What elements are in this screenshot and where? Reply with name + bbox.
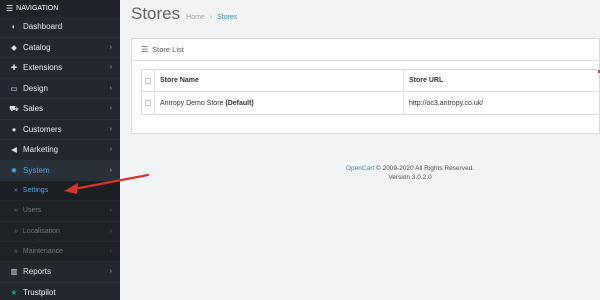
sidebar-subitem-users[interactable]: » Users › <box>0 201 120 222</box>
table-row: Antropy Demo Store (Default) http://oc3.… <box>142 92 600 114</box>
store-url-cell: http://oc3.antropy.co.uk/ <box>409 99 484 107</box>
table-header-row: Store Name Store URL <box>142 70 600 92</box>
sidebar-item-label: Marketing <box>23 145 59 155</box>
chevron-right-icon: › <box>109 227 112 235</box>
default-label: (Default) <box>225 99 254 107</box>
sidebar-item-label: Extensions <box>23 63 63 73</box>
star-icon: ★ <box>10 287 18 297</box>
sidebar-item-sales[interactable]: ⛟ Sales › <box>0 99 120 120</box>
main-content: Stores Home › Stores ☰ Store List Store … <box>120 0 600 300</box>
sidebar-item-label: Customers <box>23 124 62 134</box>
sidebar-item-system[interactable]: ✹ System › <box>0 160 120 181</box>
sidebar-item-dashboard[interactable]: ◐ Dashboard <box>0 17 120 38</box>
navigation-title: NAVIGATION <box>16 5 59 12</box>
tag-icon: ◆ <box>11 42 17 52</box>
chevron-right-icon: › <box>109 125 112 133</box>
footer: OpenCart © 2009-2020 All Rights Reserved… <box>120 164 600 182</box>
sidebar-subitem-maintenance[interactable]: » Maintenance › <box>0 241 120 263</box>
chevron-right-icon: › <box>109 105 112 113</box>
panel-title: Store List <box>152 45 184 54</box>
sidebar-item-label: Trustpilot <box>23 287 56 297</box>
double-chevron-icon: » <box>14 248 18 256</box>
version-text: Version 3.0.2.0 <box>388 174 432 181</box>
sidebar-item-label: Sales <box>23 104 44 114</box>
breadcrumb-separator: › <box>209 14 213 21</box>
column-header-store-name[interactable]: Store Name <box>155 70 404 91</box>
sidebar-item-marketing[interactable]: ◀ Marketing › <box>0 140 120 161</box>
gear-icon: ✹ <box>10 165 18 175</box>
sidebar-subitem-label: Users <box>22 207 42 215</box>
puzzle-icon: ✚ <box>10 63 18 73</box>
store-name-cell: Antropy Demo Store (Default) <box>155 92 404 114</box>
sidebar-item-label: Catalog <box>23 42 51 52</box>
double-chevron-icon: » <box>14 187 18 195</box>
dashboard-icon: ◐ <box>11 22 17 32</box>
double-chevron-icon: » <box>14 207 18 215</box>
store-list-panel: ☰ Store List Store Name Store URL Antrop… <box>131 38 600 134</box>
opencart-link[interactable]: OpenCart <box>346 165 374 172</box>
sidebar-item-customers[interactable]: ● Customers › <box>0 120 120 140</box>
column-header-store-url: Store URL <box>409 77 444 84</box>
sidebar-subitem-settings[interactable]: » Settings <box>0 181 120 202</box>
bar-chart-icon: ▥ <box>10 267 18 277</box>
chevron-right-icon: › <box>109 207 112 215</box>
sidebar-item-reports[interactable]: ▥ Reports › <box>0 262 120 283</box>
breadcrumb-stores[interactable]: Stores <box>217 14 237 21</box>
sidebar-item-extensions[interactable]: ✚ Extensions › <box>0 58 120 79</box>
sidebar-item-label: System <box>23 165 50 175</box>
sidebar-item-label: Dashboard <box>23 22 63 32</box>
monitor-icon: ▭ <box>10 83 18 93</box>
breadcrumb-home[interactable]: Home <box>186 14 205 21</box>
page-header: Stores Home › Stores <box>131 4 237 24</box>
sidebar-subitem-label: Settings <box>22 187 49 195</box>
cart-icon: ⛟ <box>9 103 19 113</box>
sidebar-item-label: Reports <box>23 267 52 277</box>
chevron-right-icon: › <box>109 248 112 256</box>
footer-copyright-line: OpenCart © 2009-2020 All Rights Reserved… <box>120 164 600 173</box>
sidebar: ☰ NAVIGATION ◐ Dashboard ◆ Catalog › ✚ E… <box>0 0 120 300</box>
sidebar-item-label: Design <box>23 83 48 93</box>
double-chevron-icon: » <box>14 227 18 235</box>
chevron-right-icon: › <box>109 146 112 154</box>
sidebar-subitem-label: Maintenance <box>22 248 63 256</box>
chevron-right-icon: › <box>109 64 112 72</box>
store-table: Store Name Store URL Antropy Demo Store … <box>141 69 600 115</box>
navigation-header: ☰ NAVIGATION <box>0 0 120 17</box>
panel-heading: ☰ Store List <box>132 39 599 61</box>
chevron-right-icon: › <box>109 84 112 92</box>
user-icon: ● <box>11 124 17 134</box>
sidebar-item-design[interactable]: ▭ Design › <box>0 79 120 99</box>
select-all-cell <box>142 70 155 91</box>
list-icon: ☰ <box>141 45 149 54</box>
chevron-right-icon: › <box>109 268 112 276</box>
sidebar-item-catalog[interactable]: ◆ Catalog › <box>0 38 120 58</box>
row-checkbox[interactable] <box>145 100 151 106</box>
select-all-checkbox[interactable] <box>145 77 151 84</box>
row-select-cell <box>142 92 155 114</box>
store-name: Antropy Demo Store <box>160 99 224 107</box>
sidebar-item-trustpilot[interactable]: ★ Trustpilot <box>0 283 120 300</box>
menu-icon: ☰ <box>6 4 14 13</box>
breadcrumb: Home › Stores <box>186 14 237 21</box>
chevron-down-icon: › <box>109 166 112 174</box>
copyright-text: © 2009-2020 All Rights Reserved. <box>375 165 474 172</box>
share-icon: ◀ <box>11 145 17 155</box>
sidebar-subitem-localisation[interactable]: » Localisation › <box>0 221 120 242</box>
sidebar-subitem-label: Localisation <box>22 227 60 235</box>
chevron-right-icon: › <box>109 43 112 51</box>
page-title: Stores <box>131 4 181 23</box>
